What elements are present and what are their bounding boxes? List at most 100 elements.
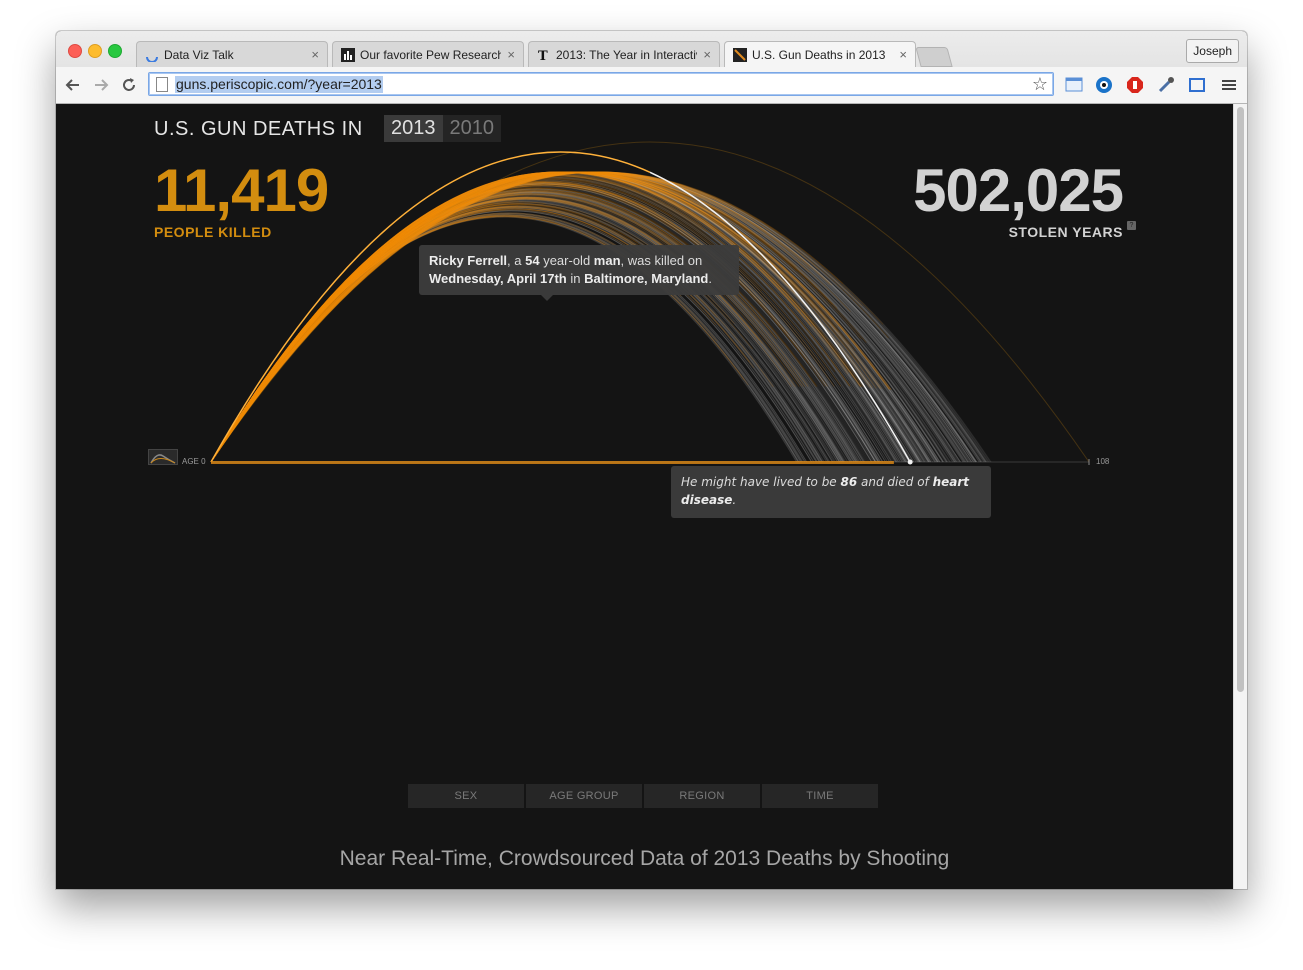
killed-arc (210, 230, 419, 463)
tab-label: Data Viz Talk (164, 47, 234, 62)
window-maximize-icon[interactable] (108, 44, 122, 58)
killed-arc (210, 203, 639, 463)
extension-eye-icon[interactable] (1094, 75, 1114, 95)
tab-nyt-year-in-interactive[interactable]: T 2013: The Year in Interactiv × (528, 41, 720, 67)
scrollbar-thumb[interactable] (1237, 107, 1244, 692)
killed-arc (210, 254, 385, 463)
killed-arc (210, 198, 480, 463)
browser-chrome: Data Viz Talk × Our favorite Pew Researc… (56, 31, 1247, 104)
forward-arrow-icon[interactable] (90, 74, 112, 96)
bookmark-star-icon[interactable]: ☆ (1032, 73, 1048, 95)
tab-close-icon[interactable]: × (899, 47, 907, 62)
filter-region-button[interactable]: REGION (644, 784, 760, 808)
killed-arc (210, 185, 533, 463)
tooltip-text: . (708, 271, 712, 286)
tooltip-text: and died of (857, 475, 933, 489)
menu-icon[interactable] (1219, 75, 1239, 95)
killed-arc (210, 200, 520, 463)
killed-arc (210, 191, 472, 463)
killed-arc (210, 213, 433, 463)
killed-arc (210, 171, 884, 463)
tab-us-gun-deaths[interactable]: U.S. Gun Deaths in 2013 × (724, 41, 916, 67)
adblock-icon[interactable] (1125, 75, 1145, 95)
killed-arc (210, 282, 358, 463)
axis-start-label: AGE 0 (182, 457, 206, 466)
svg-text:T: T (538, 49, 548, 62)
loading-spinner-icon (145, 48, 159, 62)
killed-arc (210, 185, 542, 463)
tooltip-text: He might have lived to be (681, 475, 841, 489)
tab-pew-research[interactable]: Our favorite Pew Research × (332, 41, 524, 67)
victim-name: Ricky Ferrell (429, 253, 508, 268)
killed-arc (210, 193, 514, 463)
reload-icon[interactable] (118, 74, 140, 96)
killed-arc (210, 255, 391, 463)
killed-arc (210, 197, 629, 463)
tooltip-text: , was killed on (620, 253, 703, 268)
killed-arc (210, 194, 484, 463)
killed-arc (210, 201, 510, 463)
killed-arc (210, 192, 519, 463)
killed-arc (210, 201, 476, 463)
killed-arc (210, 197, 675, 463)
killed-arc (210, 198, 481, 463)
killed-arc (210, 199, 518, 463)
filter-bar: SEX AGE GROUP REGION TIME (408, 784, 878, 808)
window-close-icon[interactable] (68, 44, 82, 58)
killed-arc (210, 241, 399, 463)
browser-window: Data Viz Talk × Our favorite Pew Researc… (56, 31, 1247, 889)
killed-arc (210, 248, 397, 463)
address-bar[interactable]: guns.periscopic.com/?year=2013 ☆ (148, 72, 1054, 96)
killed-arc (210, 183, 585, 463)
killed-arc (210, 182, 525, 463)
killed-arc (210, 196, 462, 463)
killed-arc (210, 267, 375, 463)
killed-arc (210, 250, 395, 463)
filter-sex-button[interactable]: SEX (408, 784, 524, 808)
killed-arc (210, 229, 417, 463)
killed-arc (210, 194, 525, 463)
killed-arc (210, 171, 607, 463)
killed-arc (210, 254, 387, 463)
tooltip-text: , a (507, 253, 526, 268)
killed-arc (210, 251, 394, 463)
new-tab-button[interactable] (915, 47, 953, 67)
eyedropper-icon[interactable] (1156, 75, 1176, 95)
filter-age-group-button[interactable]: AGE GROUP (526, 784, 642, 808)
killed-arc (210, 171, 604, 463)
footer-title: Near Real-Time, Crowdsourced Data of 201… (339, 847, 950, 870)
extension-window-icon[interactable] (1064, 75, 1084, 95)
bar-chart-icon (341, 47, 355, 62)
nyt-logo-icon: T (537, 48, 551, 62)
killed-arc (210, 203, 525, 463)
filter-time-button[interactable]: TIME (762, 784, 878, 808)
window-minimize-icon[interactable] (88, 44, 102, 58)
tab-data-viz-talk[interactable]: Data Viz Talk × (136, 41, 328, 67)
killed-arc (210, 202, 467, 463)
victim-age: 54 (525, 253, 540, 268)
back-arrow-icon[interactable] (62, 74, 84, 96)
killed-arc (210, 201, 546, 463)
killed-arc (210, 175, 537, 463)
killed-arc (210, 219, 431, 463)
killed-arc (210, 214, 431, 463)
tooltip-text: . (732, 493, 737, 507)
chart-toggle-icon[interactable] (148, 449, 178, 465)
tab-label: U.S. Gun Deaths in 2013 (752, 47, 886, 62)
death-density-strip (211, 461, 894, 464)
profile-button[interactable]: Joseph (1186, 39, 1239, 63)
url-text[interactable]: guns.periscopic.com/?year=2013 (175, 76, 383, 93)
tab-close-icon[interactable]: × (703, 47, 711, 62)
tab-close-icon[interactable]: × (311, 47, 319, 62)
tab-close-icon[interactable]: × (507, 47, 515, 62)
killed-arc (210, 199, 473, 463)
gun-deaths-arc-chart[interactable] (56, 104, 1233, 524)
killed-arc (210, 180, 545, 463)
killed-arc (210, 277, 364, 463)
vertical-scrollbar[interactable] (1233, 104, 1247, 889)
killed-arc (210, 256, 390, 463)
killed-arc (210, 214, 432, 463)
killed-arc (210, 188, 497, 463)
fullscreen-icon[interactable] (1187, 75, 1207, 95)
killed-arc (210, 232, 417, 463)
